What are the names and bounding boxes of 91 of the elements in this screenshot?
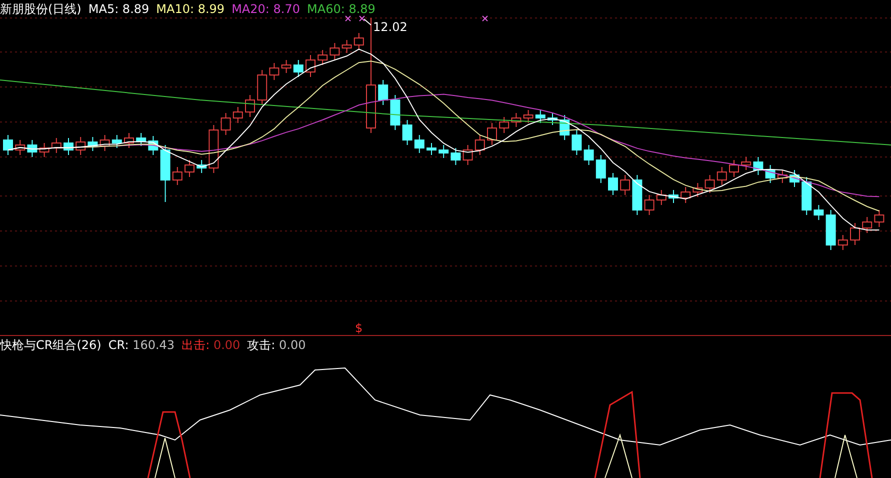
attack-line bbox=[154, 438, 176, 478]
candlestick bbox=[874, 210, 884, 228]
cross-mark-icon bbox=[482, 16, 488, 22]
candlestick bbox=[560, 114, 570, 140]
chart-title: 新朋股份(日线) bbox=[0, 1, 82, 17]
candlestick bbox=[414, 134, 424, 154]
candlestick bbox=[572, 130, 582, 156]
candlestick bbox=[729, 160, 739, 178]
indicator-title: 快枪与CR组合(26) bbox=[0, 337, 102, 353]
candlestick bbox=[39, 142, 50, 158]
candlestick bbox=[245, 94, 255, 118]
candlestick bbox=[716, 166, 727, 186]
legend-item: MA5: 8.89 bbox=[88, 1, 150, 17]
candlestick bbox=[342, 40, 352, 54]
candlestick bbox=[862, 216, 872, 234]
candlestick bbox=[753, 156, 764, 176]
candlestick bbox=[802, 176, 812, 216]
candlestick bbox=[51, 138, 62, 154]
signal-line bbox=[147, 411, 191, 478]
candlestick bbox=[196, 160, 207, 174]
candlestick bbox=[3, 134, 13, 156]
candlestick bbox=[172, 166, 182, 186]
candlestick bbox=[438, 144, 449, 158]
candlestick bbox=[208, 124, 219, 174]
candlestick bbox=[318, 50, 328, 66]
candlestick bbox=[850, 222, 860, 246]
candlestick bbox=[27, 140, 38, 158]
candlestick bbox=[474, 134, 485, 156]
candlestick bbox=[257, 70, 268, 106]
candlestick bbox=[184, 160, 194, 178]
candlestick bbox=[596, 154, 606, 184]
candlestick bbox=[704, 174, 715, 194]
candlestick bbox=[281, 60, 292, 74]
legend-item: MA60: 8.89 bbox=[307, 1, 376, 17]
candlestick bbox=[584, 144, 594, 166]
candlestick bbox=[462, 144, 473, 166]
attack-line bbox=[604, 433, 632, 478]
candlestick bbox=[64, 138, 74, 156]
legend-item: 攻击: 0.00 bbox=[247, 337, 306, 353]
legend-item: 出击: 0.00 bbox=[182, 337, 240, 353]
legend-item: MA10: 8.99 bbox=[156, 1, 225, 17]
legend-item: CR: 160.43 bbox=[108, 337, 175, 353]
candlestick bbox=[402, 120, 412, 146]
candlestick bbox=[511, 112, 522, 128]
candlestick bbox=[426, 142, 436, 156]
candlestick bbox=[692, 182, 703, 198]
candlestick bbox=[790, 170, 800, 188]
candlestick bbox=[220, 112, 231, 136]
candlestick bbox=[608, 172, 618, 196]
candlestick bbox=[148, 136, 158, 156]
legend-item: MA20: 8.70 bbox=[232, 1, 300, 17]
candlestick bbox=[838, 234, 848, 250]
candlestick bbox=[232, 106, 243, 124]
candlestick bbox=[814, 204, 824, 220]
candlestick bbox=[160, 144, 170, 202]
candlestick bbox=[523, 110, 534, 124]
candlestick bbox=[390, 94, 400, 130]
candlestick bbox=[777, 170, 788, 184]
leader-line bbox=[364, 18, 372, 26]
candlestick bbox=[668, 190, 678, 204]
candlestick bbox=[765, 164, 776, 184]
candlestick bbox=[354, 32, 364, 50]
candlestick bbox=[269, 62, 280, 80]
candlestick bbox=[656, 190, 666, 206]
candlestick bbox=[487, 122, 497, 146]
candlestick bbox=[644, 194, 654, 216]
candlestick bbox=[620, 174, 630, 196]
candlestick bbox=[330, 42, 340, 60]
candlestick bbox=[124, 132, 134, 148]
high-price-label: 12.02 bbox=[373, 20, 408, 34]
candlestick bbox=[632, 174, 642, 216]
candlestick bbox=[499, 116, 510, 134]
candlestick bbox=[306, 54, 316, 78]
candlestick bbox=[548, 112, 558, 126]
candlestick bbox=[112, 134, 122, 148]
candlestick bbox=[826, 210, 836, 250]
cross-mark-icon bbox=[359, 16, 365, 22]
candlestick bbox=[535, 110, 546, 124]
candlestick bbox=[88, 136, 98, 152]
candlestick bbox=[100, 134, 110, 152]
candlestick bbox=[741, 156, 752, 170]
candlestick bbox=[293, 60, 304, 78]
candlestick bbox=[136, 132, 146, 146]
candlestick bbox=[15, 140, 26, 156]
candlestick bbox=[450, 148, 461, 166]
attack-line bbox=[834, 434, 858, 478]
signal-mark: $ bbox=[355, 321, 363, 335]
candlestick bbox=[680, 186, 691, 204]
candlestick bbox=[76, 136, 86, 156]
cross-mark-icon bbox=[345, 16, 351, 22]
candlestick bbox=[378, 80, 388, 106]
